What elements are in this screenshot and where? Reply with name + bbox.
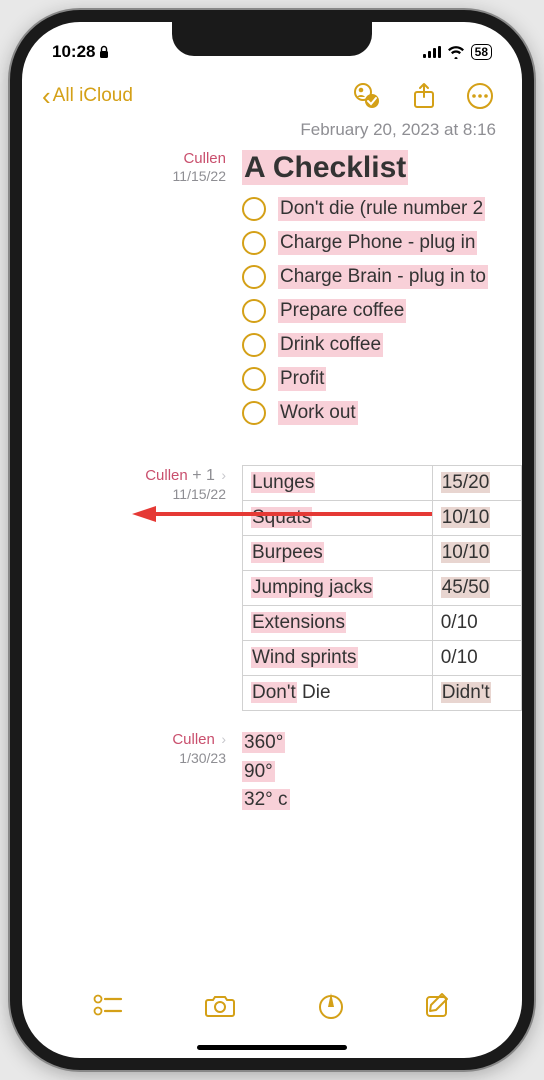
chevron-left-icon: ‹ — [42, 83, 51, 109]
more-icon[interactable] — [466, 82, 494, 110]
back-button[interactable]: ‹ All iCloud — [42, 83, 133, 109]
home-indicator[interactable] — [197, 1045, 347, 1050]
checklist-item[interactable]: Charge Brain - plug in to — [242, 265, 522, 289]
checklist-item[interactable]: Drink coffee — [242, 333, 522, 357]
table-row[interactable]: Lunges15/20 — [243, 466, 522, 501]
attribution-author: Cullen — [42, 150, 226, 167]
exercise-name-cell[interactable]: Squats — [243, 501, 433, 536]
exercise-value-cell[interactable]: Didn't — [432, 676, 521, 711]
checklist-text: Charge Phone - plug in — [278, 231, 477, 255]
checkbox-circle[interactable] — [242, 333, 266, 357]
exercise-value-cell[interactable]: 45/50 — [432, 571, 521, 606]
camera-icon[interactable] — [204, 992, 236, 1018]
nav-bar: ‹ All iCloud — [22, 72, 522, 116]
exercise-name-cell[interactable]: Wind sprints — [243, 641, 433, 676]
checkbox-circle[interactable] — [242, 265, 266, 289]
checklist-item[interactable]: Charge Phone - plug in — [242, 231, 522, 255]
phone-frame: 10:28 58 ‹ All iCloud — [10, 10, 534, 1070]
checklist-text: Drink coffee — [278, 333, 383, 357]
chevron-right-icon: › — [221, 467, 226, 483]
attribution-date: 11/15/22 — [42, 168, 226, 184]
checklist-text: Work out — [278, 401, 358, 425]
checklist-item[interactable]: Prepare coffee — [242, 299, 522, 323]
table-row[interactable]: Extensions0/10 — [243, 606, 522, 641]
cellular-signal-icon — [423, 46, 441, 58]
collaborate-icon[interactable] — [352, 83, 382, 109]
checklist-text: Don't die (rule number 2 — [278, 197, 485, 221]
checklist-text: Charge Brain - plug in to — [278, 265, 488, 289]
exercise-table[interactable]: Lunges15/20Squats10/10Burpees10/10Jumpin… — [242, 465, 522, 711]
checkbox-circle[interactable] — [242, 367, 266, 391]
checklist-text: Prepare coffee — [278, 299, 406, 323]
markup-icon[interactable] — [318, 990, 344, 1020]
checklist-item[interactable]: Don't die (rule number 2 — [242, 197, 522, 221]
checklist-item[interactable]: Profit — [242, 367, 522, 391]
attribution-plus: + 1 — [192, 467, 215, 484]
edit-block-text: Cullen › 1/30/23 360° 90° 32° c — [42, 729, 522, 815]
bottom-toolbar — [22, 980, 522, 1044]
exercise-value-cell[interactable]: 0/10 — [432, 641, 521, 676]
attribution-date: 1/30/23 — [42, 750, 226, 766]
back-label: All iCloud — [53, 85, 133, 107]
temp-value: 90° — [242, 761, 275, 782]
table-row[interactable]: Don't DieDidn't — [243, 676, 522, 711]
exercise-value-cell[interactable]: 0/10 — [432, 606, 521, 641]
compose-icon[interactable] — [425, 992, 451, 1018]
attribution[interactable]: Cullen 11/15/22 — [42, 148, 242, 435]
edit-block-table: Cullen + 1 › 11/15/22 Lunges15/20Squats1… — [42, 465, 522, 711]
note-title[interactable]: A Checklist — [242, 150, 408, 185]
exercise-value-cell[interactable]: 15/20 — [432, 466, 521, 501]
exercise-name-cell[interactable]: Don't Die — [243, 676, 433, 711]
table-row[interactable]: Burpees10/10 — [243, 536, 522, 571]
attribution-author: Cullen — [145, 467, 188, 484]
temperature-lines[interactable]: 360° 90° 32° c — [242, 729, 522, 815]
temp-value: 360° — [242, 732, 285, 753]
edit-block-checklist: Cullen 11/15/22 A Checklist Don't die (r… — [42, 148, 522, 435]
checkbox-circle[interactable] — [242, 401, 266, 425]
attribution-date: 11/15/22 — [42, 486, 226, 502]
exercise-name-cell[interactable]: Extensions — [243, 606, 433, 641]
wifi-icon — [447, 45, 465, 59]
chevron-right-icon: › — [221, 731, 226, 747]
attribution-author: Cullen — [172, 731, 215, 748]
temp-value: 32° c — [242, 789, 290, 810]
table-row[interactable]: Squats10/10 — [243, 501, 522, 536]
attribution[interactable]: Cullen + 1 › 11/15/22 — [42, 465, 242, 711]
checkbox-circle[interactable] — [242, 231, 266, 255]
exercise-name-cell[interactable]: Burpees — [243, 536, 433, 571]
battery-indicator: 58 — [471, 44, 492, 60]
lock-icon — [99, 45, 109, 59]
checkbox-circle[interactable] — [242, 299, 266, 323]
exercise-value-cell[interactable]: 10/10 — [432, 501, 521, 536]
attribution[interactable]: Cullen › 1/30/23 — [42, 729, 242, 815]
table-row[interactable]: Wind sprints0/10 — [243, 641, 522, 676]
table-row[interactable]: Jumping jacks45/50 — [243, 571, 522, 606]
exercise-value-cell[interactable]: 10/10 — [432, 536, 521, 571]
share-icon[interactable] — [412, 82, 436, 110]
checklist[interactable]: Don't die (rule number 2 Charge Phone - p… — [242, 197, 522, 425]
exercise-name-cell[interactable]: Jumping jacks — [243, 571, 433, 606]
checklist-item[interactable]: Work out — [242, 401, 522, 425]
checklist-text: Profit — [278, 367, 326, 391]
notch — [172, 22, 372, 56]
checklist-icon[interactable] — [93, 993, 123, 1017]
exercise-name-cell[interactable]: Lunges — [243, 466, 433, 501]
checkbox-circle[interactable] — [242, 197, 266, 221]
status-time: 10:28 — [52, 42, 95, 62]
note-content[interactable]: Cullen 11/15/22 A Checklist Don't die (r… — [22, 148, 522, 833]
note-timestamp: February 20, 2023 at 8:16 — [22, 116, 522, 148]
